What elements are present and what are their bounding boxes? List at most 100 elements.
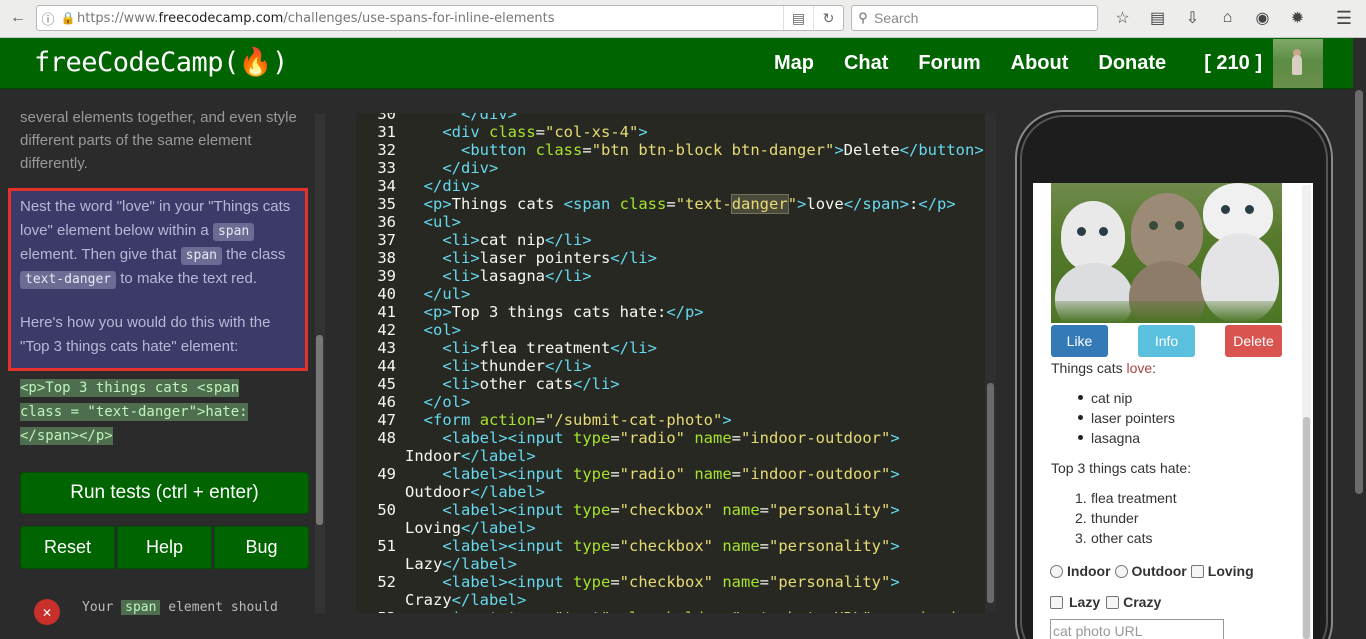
code-line[interactable]: Loving</label> (356, 519, 986, 537)
code-line[interactable]: Lazy</label> (356, 555, 986, 573)
line-number: 52 (377, 573, 396, 591)
code-line[interactable]: 47 <form action="/submit-cat-photo"> (356, 411, 986, 429)
reset-button[interactable]: Reset (20, 526, 115, 569)
editor-scrollbar-thumb[interactable] (987, 383, 994, 603)
bookmark-star-icon[interactable]: ☆ (1105, 5, 1140, 31)
indoor-label[interactable]: Indoor (1067, 563, 1111, 579)
kitten-right-eye (1221, 205, 1230, 214)
code-line[interactable]: 38 <li>laser pointers</li> (356, 249, 986, 267)
line-number: 42 (377, 321, 396, 339)
run-tests-button[interactable]: Run tests (ctrl + enter) (20, 472, 309, 514)
code-line[interactable]: 48 <label><input type="radio" name="indo… (356, 429, 986, 447)
preview-scrollbar-thumb[interactable] (1303, 417, 1310, 639)
nav-link-forum[interactable]: Forum (918, 52, 980, 75)
line-content: </ol> (423, 393, 471, 411)
nav-link-chat[interactable]: Chat (844, 52, 888, 75)
lazy-checkbox[interactable] (1050, 595, 1063, 609)
code-line[interactable]: 39 <li>lasagna</li> (356, 267, 986, 285)
line-number: 41 (377, 303, 396, 321)
mask-icon[interactable]: ◉ (1245, 5, 1280, 31)
url-text[interactable]: https://www.freecodecamp.com/challenges/… (77, 11, 554, 26)
code-line[interactable]: 44 <li>thunder</li> (356, 357, 986, 375)
code-line[interactable]: 45 <li>other cats</li> (356, 375, 986, 393)
code-line[interactable]: 41 <p>Top 3 things cats hate:</p> (356, 303, 986, 321)
code-line[interactable]: 31 <div class="col-xs-4"> (356, 123, 986, 141)
cat-photo-url-input[interactable]: cat photo URL (1050, 619, 1224, 639)
reload-icon[interactable]: ↻ (813, 6, 843, 30)
line-content: <p>Top 3 things cats hate:</p> (423, 303, 704, 321)
code-line[interactable]: 34 </div> (356, 177, 986, 195)
things-cats-love: Things cats love: (1051, 360, 1157, 376)
download-icon[interactable]: ⇩ (1175, 5, 1210, 31)
browser-toolbar: ← ⓘ 🔒 https://www.freecodecamp.com/chall… (0, 0, 1366, 38)
checkbox-row: Lazy Crazy (1050, 594, 1161, 610)
help-button[interactable]: Help (117, 526, 212, 569)
line-number: 33 (377, 159, 396, 177)
back-arrow-icon[interactable]: ← (4, 5, 32, 31)
code-line[interactable]: 40 </ul> (356, 285, 986, 303)
crazy-label[interactable]: Crazy (1123, 594, 1161, 610)
code-line[interactable]: 30 </div> (356, 113, 986, 123)
code-line[interactable]: 36 <ul> (356, 213, 986, 231)
line-number: 51 (377, 537, 396, 555)
url-bar[interactable]: ⓘ 🔒 https://www.freecodecamp.com/challen… (36, 5, 844, 31)
user-avatar[interactable] (1273, 39, 1323, 88)
points-counter[interactable]: [ 210 ] (1204, 52, 1262, 75)
home-icon[interactable]: ⌂ (1210, 5, 1245, 31)
nav-link-about[interactable]: About (1011, 52, 1069, 75)
code-line[interactable]: 42 <ol> (356, 321, 986, 339)
instruction-highlight: Nest the word "love" in your "Things cat… (8, 188, 308, 371)
hamburger-menu-icon[interactable]: ☰ (1330, 5, 1358, 31)
code-line[interactable]: 50 <label><input type="checkbox" name="p… (356, 501, 986, 519)
love-word: love (1126, 360, 1153, 376)
search-bar[interactable]: ⚲ Search (851, 5, 1098, 31)
code-line[interactable]: 43 <li>flea treatment</li> (356, 339, 986, 357)
nav-link-donate[interactable]: Donate (1098, 52, 1166, 75)
indoor-radio[interactable] (1050, 564, 1063, 578)
code-line[interactable]: 53 <input type="text" placeholder="cat p… (356, 609, 986, 613)
loving-label[interactable]: Loving (1208, 563, 1254, 579)
page-scrollbar-thumb[interactable] (1355, 90, 1363, 494)
example-code: <p>Top 3 things cats <span class = "text… (20, 376, 280, 448)
reader-view-icon[interactable]: ▤ (783, 6, 813, 30)
code-line[interactable]: Indoor</label> (356, 447, 986, 465)
code-line[interactable]: 51 <label><input type="checkbox" name="p… (356, 537, 986, 555)
line-content: <label><input type="checkbox" name="pers… (442, 537, 900, 555)
site-navbar: freeCodeCamp(🔥) Map Chat Forum About Don… (0, 38, 1366, 89)
code-line[interactable]: 46 </ol> (356, 393, 986, 411)
instructions-scrollbar-thumb[interactable] (316, 335, 323, 525)
line-content: <form action="/submit-cat-photo"> (423, 411, 732, 429)
bug-button[interactable]: Bug (214, 526, 309, 569)
code-line[interactable]: Outdoor</label> (356, 483, 986, 501)
info-icon[interactable]: ⓘ (37, 9, 59, 28)
code-line[interactable]: 49 <label><input type="radio" name="indo… (356, 465, 986, 483)
info-button[interactable]: Info (1138, 325, 1195, 357)
crazy-checkbox[interactable] (1106, 595, 1120, 609)
like-button[interactable]: Like (1051, 325, 1108, 357)
lazy-label[interactable]: Lazy (1069, 594, 1100, 610)
list-item: lasagna (1078, 428, 1175, 448)
outdoor-label[interactable]: Outdoor (1132, 563, 1187, 579)
code-line[interactable]: 33 </div> (356, 159, 986, 177)
list-item: 1. flea treatment (1075, 490, 1177, 506)
nav-link-map[interactable]: Map (774, 52, 814, 75)
line-number: 30 (377, 113, 396, 123)
line-content: </div> (461, 113, 517, 123)
code-line[interactable]: 52 <label><input type="checkbox" name="p… (356, 573, 986, 591)
line-content: <div class="col-xs-4"> (442, 123, 648, 141)
code-line[interactable]: 37 <li>cat nip</li> (356, 231, 986, 249)
extension-icon[interactable]: ✹ (1280, 5, 1315, 31)
line-number: 32 (377, 141, 396, 159)
reading-list-icon[interactable]: ▤ (1140, 5, 1175, 31)
code-line[interactable]: 35 <p>Things cats <span class="text-dang… (356, 194, 986, 214)
kitten-left (1061, 201, 1125, 271)
code-editor[interactable]: 30 </div> 31 <div class="col-xs-4"> 32 <bu… (356, 113, 996, 613)
delete-button[interactable]: Delete (1225, 325, 1282, 357)
code-line[interactable]: 32 <button class="btn btn-block btn-dang… (356, 141, 986, 159)
example-line-1: <p>Top 3 things cats <span (20, 379, 240, 397)
loving-checkbox[interactable] (1190, 564, 1204, 578)
fcc-logo[interactable]: freeCodeCamp(🔥) (34, 46, 288, 78)
line-content: <label><input type="checkbox" name="pers… (442, 573, 900, 591)
outdoor-radio[interactable] (1114, 564, 1128, 578)
code-line[interactable]: Crazy</label> (356, 591, 986, 609)
